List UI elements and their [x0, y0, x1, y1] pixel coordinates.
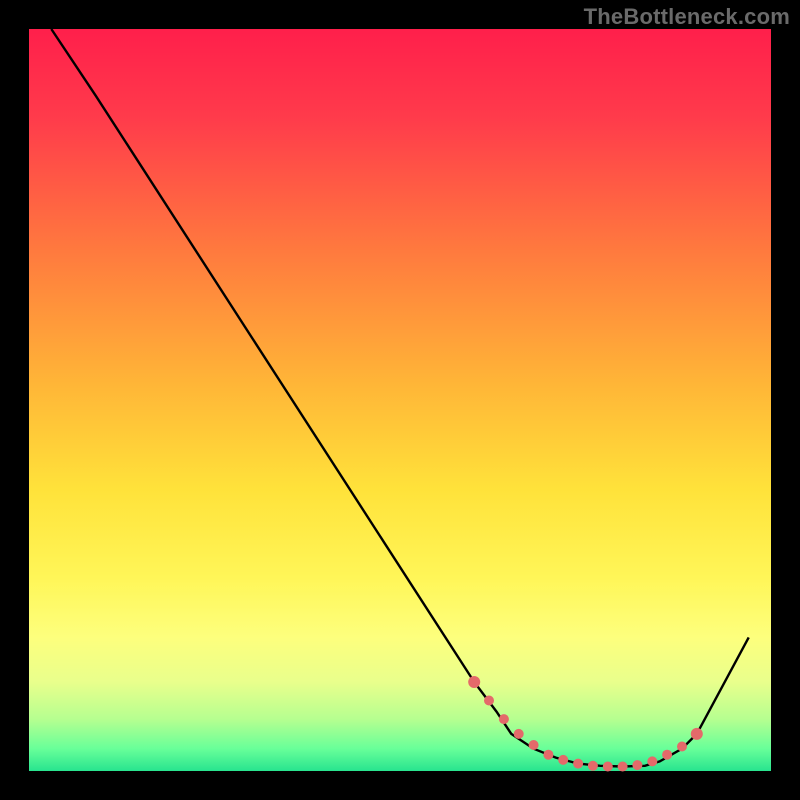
highlight-point	[558, 755, 568, 765]
highlight-point	[677, 742, 687, 752]
highlight-point	[588, 761, 598, 771]
highlight-point	[618, 762, 628, 772]
highlight-point	[514, 729, 524, 739]
highlight-point	[543, 750, 553, 760]
highlight-point	[691, 728, 703, 740]
highlight-point	[632, 760, 642, 770]
highlight-point	[573, 759, 583, 769]
plot-background	[29, 29, 771, 771]
highlight-point	[662, 750, 672, 760]
highlight-point	[484, 696, 494, 706]
highlight-point	[647, 756, 657, 766]
highlight-point	[529, 740, 539, 750]
bottleneck-chart: TheBottleneck.com	[0, 0, 800, 800]
chart-canvas	[0, 0, 800, 800]
highlight-point	[603, 762, 613, 772]
highlight-point	[468, 676, 480, 688]
highlight-point	[499, 714, 509, 724]
